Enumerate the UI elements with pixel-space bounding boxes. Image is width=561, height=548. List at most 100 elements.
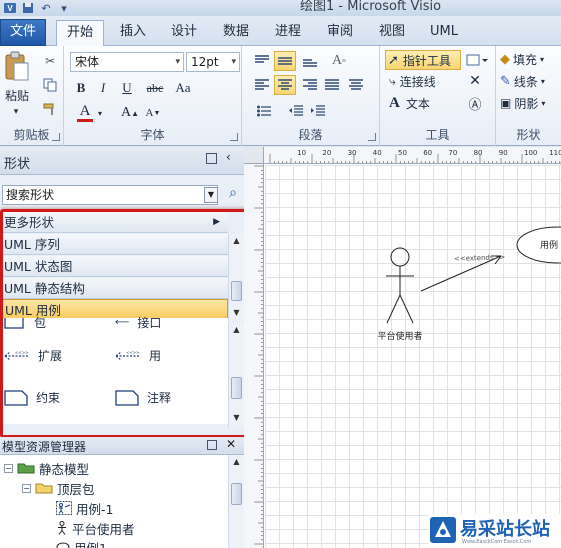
tab-design[interactable]: 设计 <box>165 20 203 46</box>
paragraph-launcher-icon[interactable] <box>368 133 376 141</box>
scroll-down-icon[interactable]: ▼ <box>229 306 244 320</box>
horizontal-ruler[interactable]: 10 20 30 40 50 60 70 80 90 100 110 <box>264 147 561 164</box>
font-size-select[interactable]: 12pt ▾ <box>186 52 240 72</box>
align-right-icon[interactable] <box>300 76 320 94</box>
copy-icon[interactable] <box>40 76 60 94</box>
actor-label: 平台使用者 <box>377 330 422 342</box>
grow-font-button[interactable]: A ▲ <box>119 104 141 122</box>
shape-uses[interactable]: <<>> 用 <box>115 347 161 364</box>
scroll-thumb[interactable] <box>231 281 242 301</box>
maximize-icon[interactable] <box>207 440 217 450</box>
tab-process[interactable]: 进程 <box>269 20 307 46</box>
shape-interface[interactable]: ⟵ 接口 <box>115 314 161 331</box>
tree-item-platform-user[interactable]: 平台使用者 <box>56 518 135 538</box>
line-button[interactable]: ✎ 线条 ▾ <box>500 72 560 90</box>
underline-button[interactable]: U <box>118 79 136 97</box>
font-color-button[interactable]: A <box>77 103 93 122</box>
qat-dropdown-icon[interactable]: ▾ <box>56 1 72 15</box>
vertical-ruler[interactable] <box>244 164 264 548</box>
tab-home[interactable]: 开始 <box>56 20 104 47</box>
stencil-uml-statechart[interactable]: UML 状态图 <box>0 256 228 277</box>
shape-package[interactable]: 包 <box>4 314 46 331</box>
decrease-indent-icon[interactable] <box>286 102 306 120</box>
constraint-icon <box>4 389 28 406</box>
bold-button[interactable]: B <box>72 79 90 97</box>
maximize-icon[interactable] <box>206 153 217 164</box>
stencil-uml-static-structure[interactable]: UML 静态结构 <box>0 278 228 299</box>
change-case-button[interactable]: Aa <box>170 79 196 97</box>
rectangle-tool-icon[interactable] <box>464 51 490 69</box>
shape-constraint[interactable]: 约束 <box>4 389 60 406</box>
explorer-scrollbar[interactable]: ▲ <box>228 455 244 548</box>
clipboard-launcher-icon[interactable] <box>52 133 60 141</box>
drawing-canvas[interactable]: 10 20 30 40 50 60 70 80 90 100 110 平台使用者 <<extends… <box>244 147 561 548</box>
actor-icon <box>58 521 66 535</box>
align-top-icon[interactable] <box>252 52 272 70</box>
shape-interface-label: 接口 <box>137 316 162 330</box>
tree-item-usecase-diagram[interactable]: 用例-1 <box>56 498 113 518</box>
bullets-icon[interactable] <box>254 102 274 120</box>
close-icon[interactable]: ✕ <box>464 72 486 90</box>
justify-icon[interactable] <box>322 76 342 94</box>
chevron-down-icon[interactable]: ▾ <box>96 106 104 120</box>
search-shapes-input[interactable]: 搜索形状 <box>2 185 218 205</box>
italic-button[interactable]: I <box>94 79 112 97</box>
undo-icon[interactable]: ↶ <box>38 1 54 15</box>
save-icon[interactable] <box>20 1 36 15</box>
tab-uml[interactable]: UML <box>424 20 464 46</box>
fill-button[interactable]: ◆ 填充 ▾ <box>500 50 560 68</box>
tree-item-static-model-label: 静态模型 <box>39 461 90 477</box>
stencil-shapes-scrollbar[interactable]: ▲ ▼ <box>228 323 244 427</box>
distribute-icon[interactable] <box>346 76 366 94</box>
text-tool-button[interactable]: A 文本 <box>385 94 461 112</box>
shape-extends[interactable]: <<>> 扩展 <box>4 347 62 364</box>
increase-indent-icon[interactable] <box>308 102 328 120</box>
search-icon[interactable]: ⌕ <box>224 185 242 205</box>
align-middle-icon[interactable] <box>274 51 296 71</box>
align-left-icon[interactable] <box>252 76 272 94</box>
rotate-text-icon[interactable]: Ⓐ <box>464 94 486 113</box>
actor-shape[interactable] <box>386 247 414 324</box>
shapes-pane-title: 形状 <box>4 157 31 172</box>
close-icon[interactable]: ✕ <box>226 437 236 451</box>
font-launcher-icon[interactable] <box>230 133 238 141</box>
paste-button[interactable]: 粘贴 <box>2 86 32 104</box>
paste-icon[interactable] <box>3 50 31 84</box>
tab-review[interactable]: 审阅 <box>321 20 359 46</box>
format-painter-icon[interactable] <box>40 100 60 118</box>
align-bottom-icon[interactable] <box>300 52 320 70</box>
cut-icon[interactable]: ✂ <box>40 52 60 70</box>
tab-data[interactable]: 数据 <box>217 20 255 46</box>
shape-note[interactable]: 注释 <box>115 389 171 406</box>
tree-item-top-package[interactable]: − 顶层包 <box>22 478 95 498</box>
scroll-thumb[interactable] <box>231 377 242 399</box>
tab-view[interactable]: 视图 <box>373 20 411 46</box>
scroll-down-icon[interactable]: ▼ <box>229 411 244 425</box>
drawing-grid[interactable]: 平台使用者 <<extends>> 用例 <box>265 165 561 548</box>
model-explorer-title: 模型资源管理器 <box>2 440 87 454</box>
paste-dropdown-icon[interactable]: ▾ <box>6 106 26 118</box>
collapse-icon[interactable]: − <box>4 463 13 473</box>
align-center-icon[interactable] <box>274 75 296 95</box>
tab-insert[interactable]: 插入 <box>114 20 152 46</box>
search-dropdown-icon[interactable]: ▼ <box>204 187 218 203</box>
connector-button[interactable]: ⤷ 连接线 <box>385 72 461 90</box>
text-block-icon[interactable]: A ≡ <box>328 52 350 70</box>
shadow-button[interactable]: ▣ 阴影 ▾ <box>500 94 560 112</box>
strikethrough-button[interactable]: abc <box>142 79 168 97</box>
collapse-icon[interactable]: − <box>22 483 31 493</box>
stencil-uml-sequence[interactable]: UML 序列 <box>0 234 228 255</box>
scroll-up-icon[interactable]: ▲ <box>229 455 244 469</box>
tree-item-static-model[interactable]: − 静态模型 <box>4 458 89 478</box>
shrink-font-button[interactable]: A ▼ <box>142 104 164 122</box>
stencil-more-shapes[interactable]: 更多形状 ▶ <box>0 212 228 233</box>
tab-file[interactable]: 文件 <box>0 19 46 46</box>
tree-item-usecase1[interactable]: 用例1 <box>56 537 107 548</box>
pointer-tool-button[interactable]: ➚ 指针工具 <box>385 50 461 70</box>
stencil-list-scrollbar[interactable]: ▲ ▼ <box>228 234 244 320</box>
scroll-up-icon[interactable]: ▲ <box>229 323 244 337</box>
font-family-select[interactable]: 宋体 ▾ <box>70 52 184 72</box>
scroll-thumb[interactable] <box>231 483 242 505</box>
scroll-up-icon[interactable]: ▲ <box>229 234 244 248</box>
chevron-left-icon[interactable]: ‹ <box>226 150 231 164</box>
